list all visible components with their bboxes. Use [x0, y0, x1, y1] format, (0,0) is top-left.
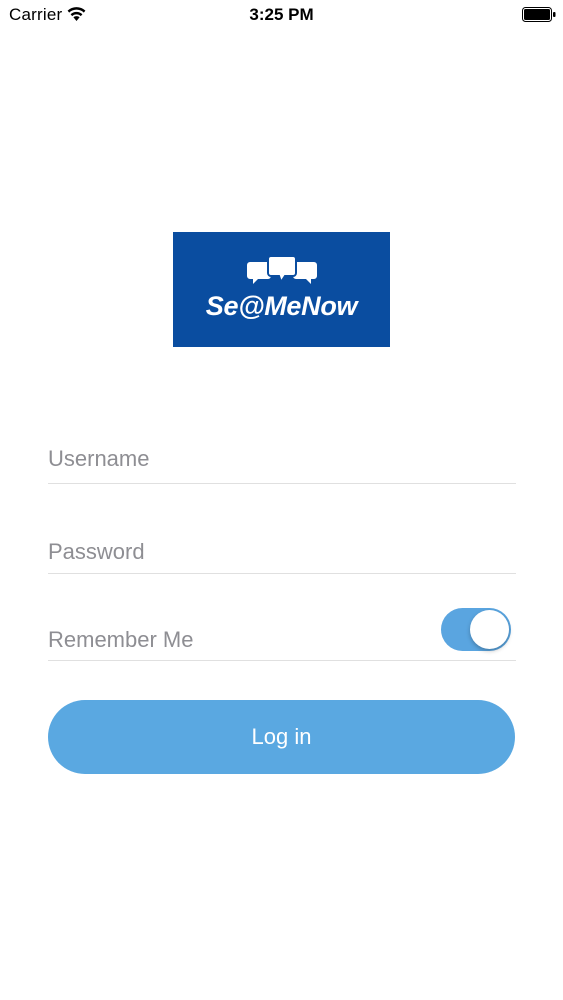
username-field-container: [48, 446, 516, 484]
app-logo: Se@MeNow: [173, 232, 390, 347]
toggle-knob: [470, 610, 509, 649]
remember-me-row: Remember Me: [48, 604, 516, 661]
remember-me-label: Remember Me: [48, 627, 194, 652]
login-button[interactable]: Log in: [48, 700, 515, 774]
password-input[interactable]: [48, 539, 516, 565]
chat-bubbles-icon: [247, 255, 317, 284]
status-time: 3:25 PM: [249, 5, 314, 24]
username-input[interactable]: [48, 446, 516, 472]
status-bar: Carrier 3:25 PM: [0, 0, 563, 30]
remember-me-toggle[interactable]: [441, 608, 511, 651]
password-field-container: [48, 539, 516, 574]
logo-text: Se@MeNow: [205, 291, 358, 321]
battery-full-icon: [522, 7, 556, 22]
